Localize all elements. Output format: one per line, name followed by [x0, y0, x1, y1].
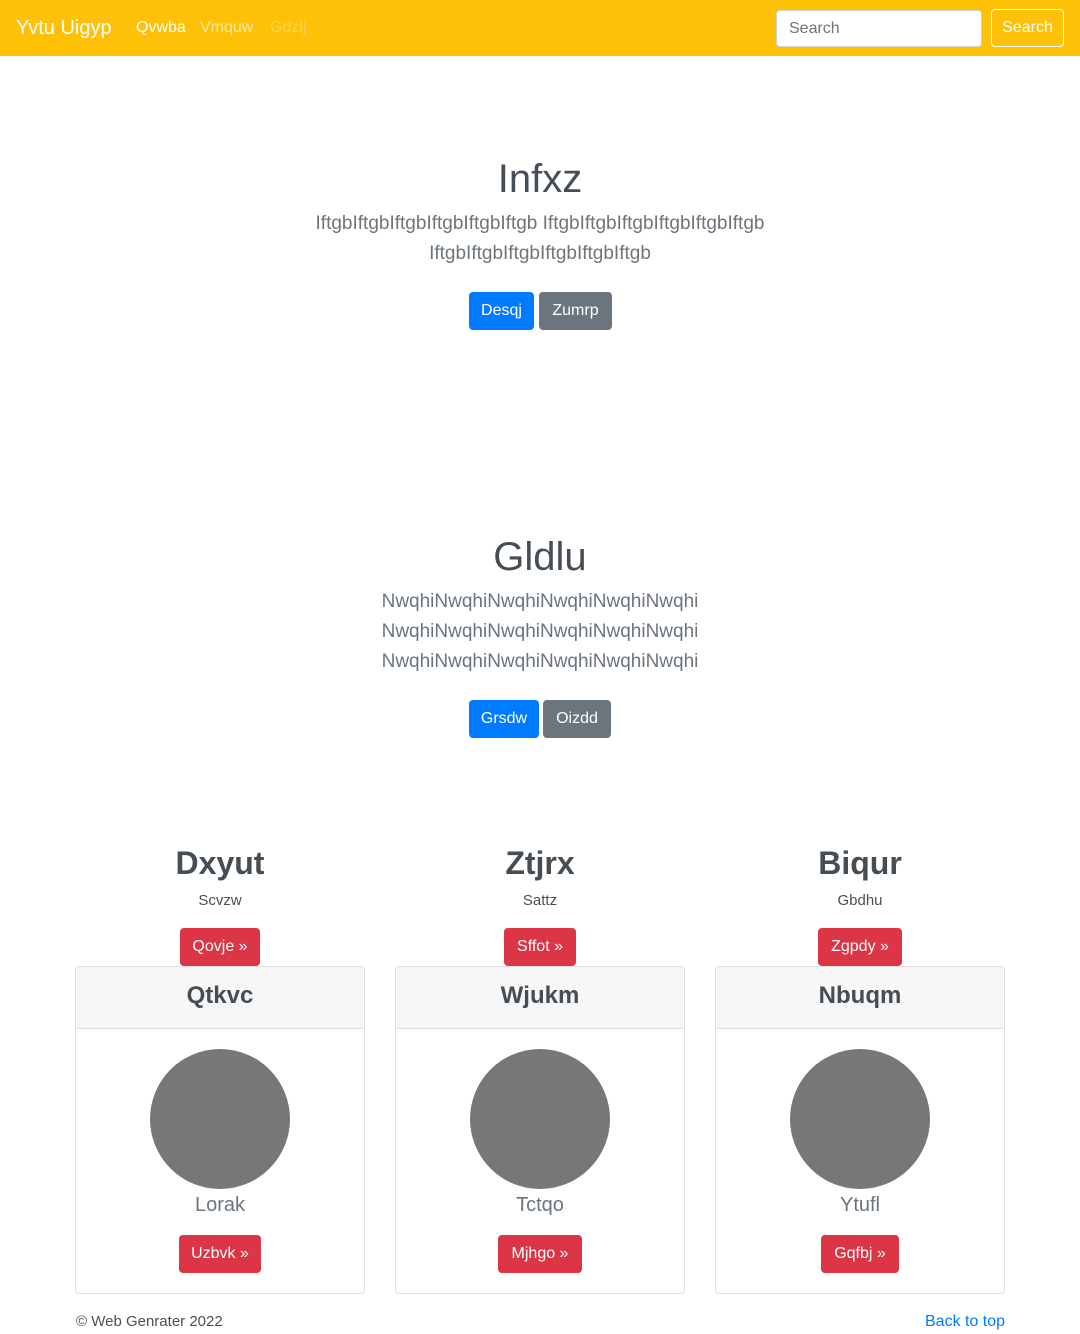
column-button[interactable]: Qovje » [180, 928, 260, 966]
nav-link-vmquw[interactable]: Vmquw [200, 18, 253, 38]
footer-copyright: © Web Genrater 2022 [76, 1313, 223, 1330]
search-input[interactable] [776, 10, 982, 47]
card-name: Tctqo [516, 1194, 564, 1216]
column-button[interactable]: Sffot » [504, 928, 576, 966]
hero1-secondary-button[interactable]: Zumrp [539, 292, 612, 330]
avatar [470, 1049, 610, 1189]
column-title: Dxyut [175, 845, 265, 881]
search-button[interactable]: Search [991, 9, 1064, 47]
back-to-top-link[interactable]: Back to top [925, 1312, 1005, 1332]
card-header: Nbuqm [716, 967, 1004, 1029]
hero2-title: Gldlu [493, 535, 587, 579]
card-header: Wjukm [396, 967, 684, 1029]
hero2-secondary-button[interactable]: Oizdd [543, 700, 611, 738]
column-title: Biqur [818, 845, 902, 881]
card-name: Lorak [194, 1194, 246, 1216]
hero2-line: NwqhiNwqhiNwqhiNwqhiNwqhiNwqhi [381, 591, 699, 612]
hero1-text: IftgbIftgbIftgbIftgbIftgbIftgb IftgbIftg… [0, 209, 1080, 269]
column-button[interactable]: Zgpdy » [818, 928, 902, 966]
hero1-primary-button[interactable]: Desqj [469, 292, 534, 330]
hero1-line: IftgbIftgbIftgbIftgbIftgbIftgb [429, 243, 651, 264]
card-header: Qtkvc [76, 967, 364, 1029]
avatar [150, 1049, 290, 1189]
hero2-line: NwqhiNwqhiNwqhiNwqhiNwqhiNwqhi [381, 621, 699, 642]
card-button[interactable]: Gqfbj » [821, 1235, 899, 1273]
card-button[interactable]: Uzbvk » [179, 1235, 261, 1273]
navbar: Yvtu Uigyp Qvwba Vmquw Gdzlj Search [0, 0, 1080, 56]
column-subtitle: Gbdhu [837, 892, 883, 909]
hero1-line: IftgbIftgbIftgbIftgbIftgbIftgb IftgbIftg… [315, 213, 765, 234]
hero2-primary-button[interactable]: Grsdw [469, 700, 539, 738]
avatar [790, 1049, 930, 1189]
column-subtitle: Sattz [522, 892, 558, 909]
nav-link-gdzlj[interactable]: Gdzlj [270, 18, 306, 38]
hero2-text: NwqhiNwqhiNwqhiNwqhiNwqhiNwqhi NwqhiNwqh… [0, 587, 1080, 677]
column-title: Ztjrx [505, 845, 575, 881]
navbar-brand[interactable]: Yvtu Uigyp [16, 14, 112, 42]
hero2-line: NwqhiNwqhiNwqhiNwqhiNwqhiNwqhi [381, 651, 699, 672]
column-subtitle: Scvzw [198, 892, 242, 909]
card-name: Ytufl [839, 1194, 881, 1216]
hero1-title: Infxz [497, 157, 583, 201]
nav-link-qvwba[interactable]: Qvwba [136, 18, 186, 38]
card-button[interactable]: Mjhgo » [498, 1235, 582, 1273]
